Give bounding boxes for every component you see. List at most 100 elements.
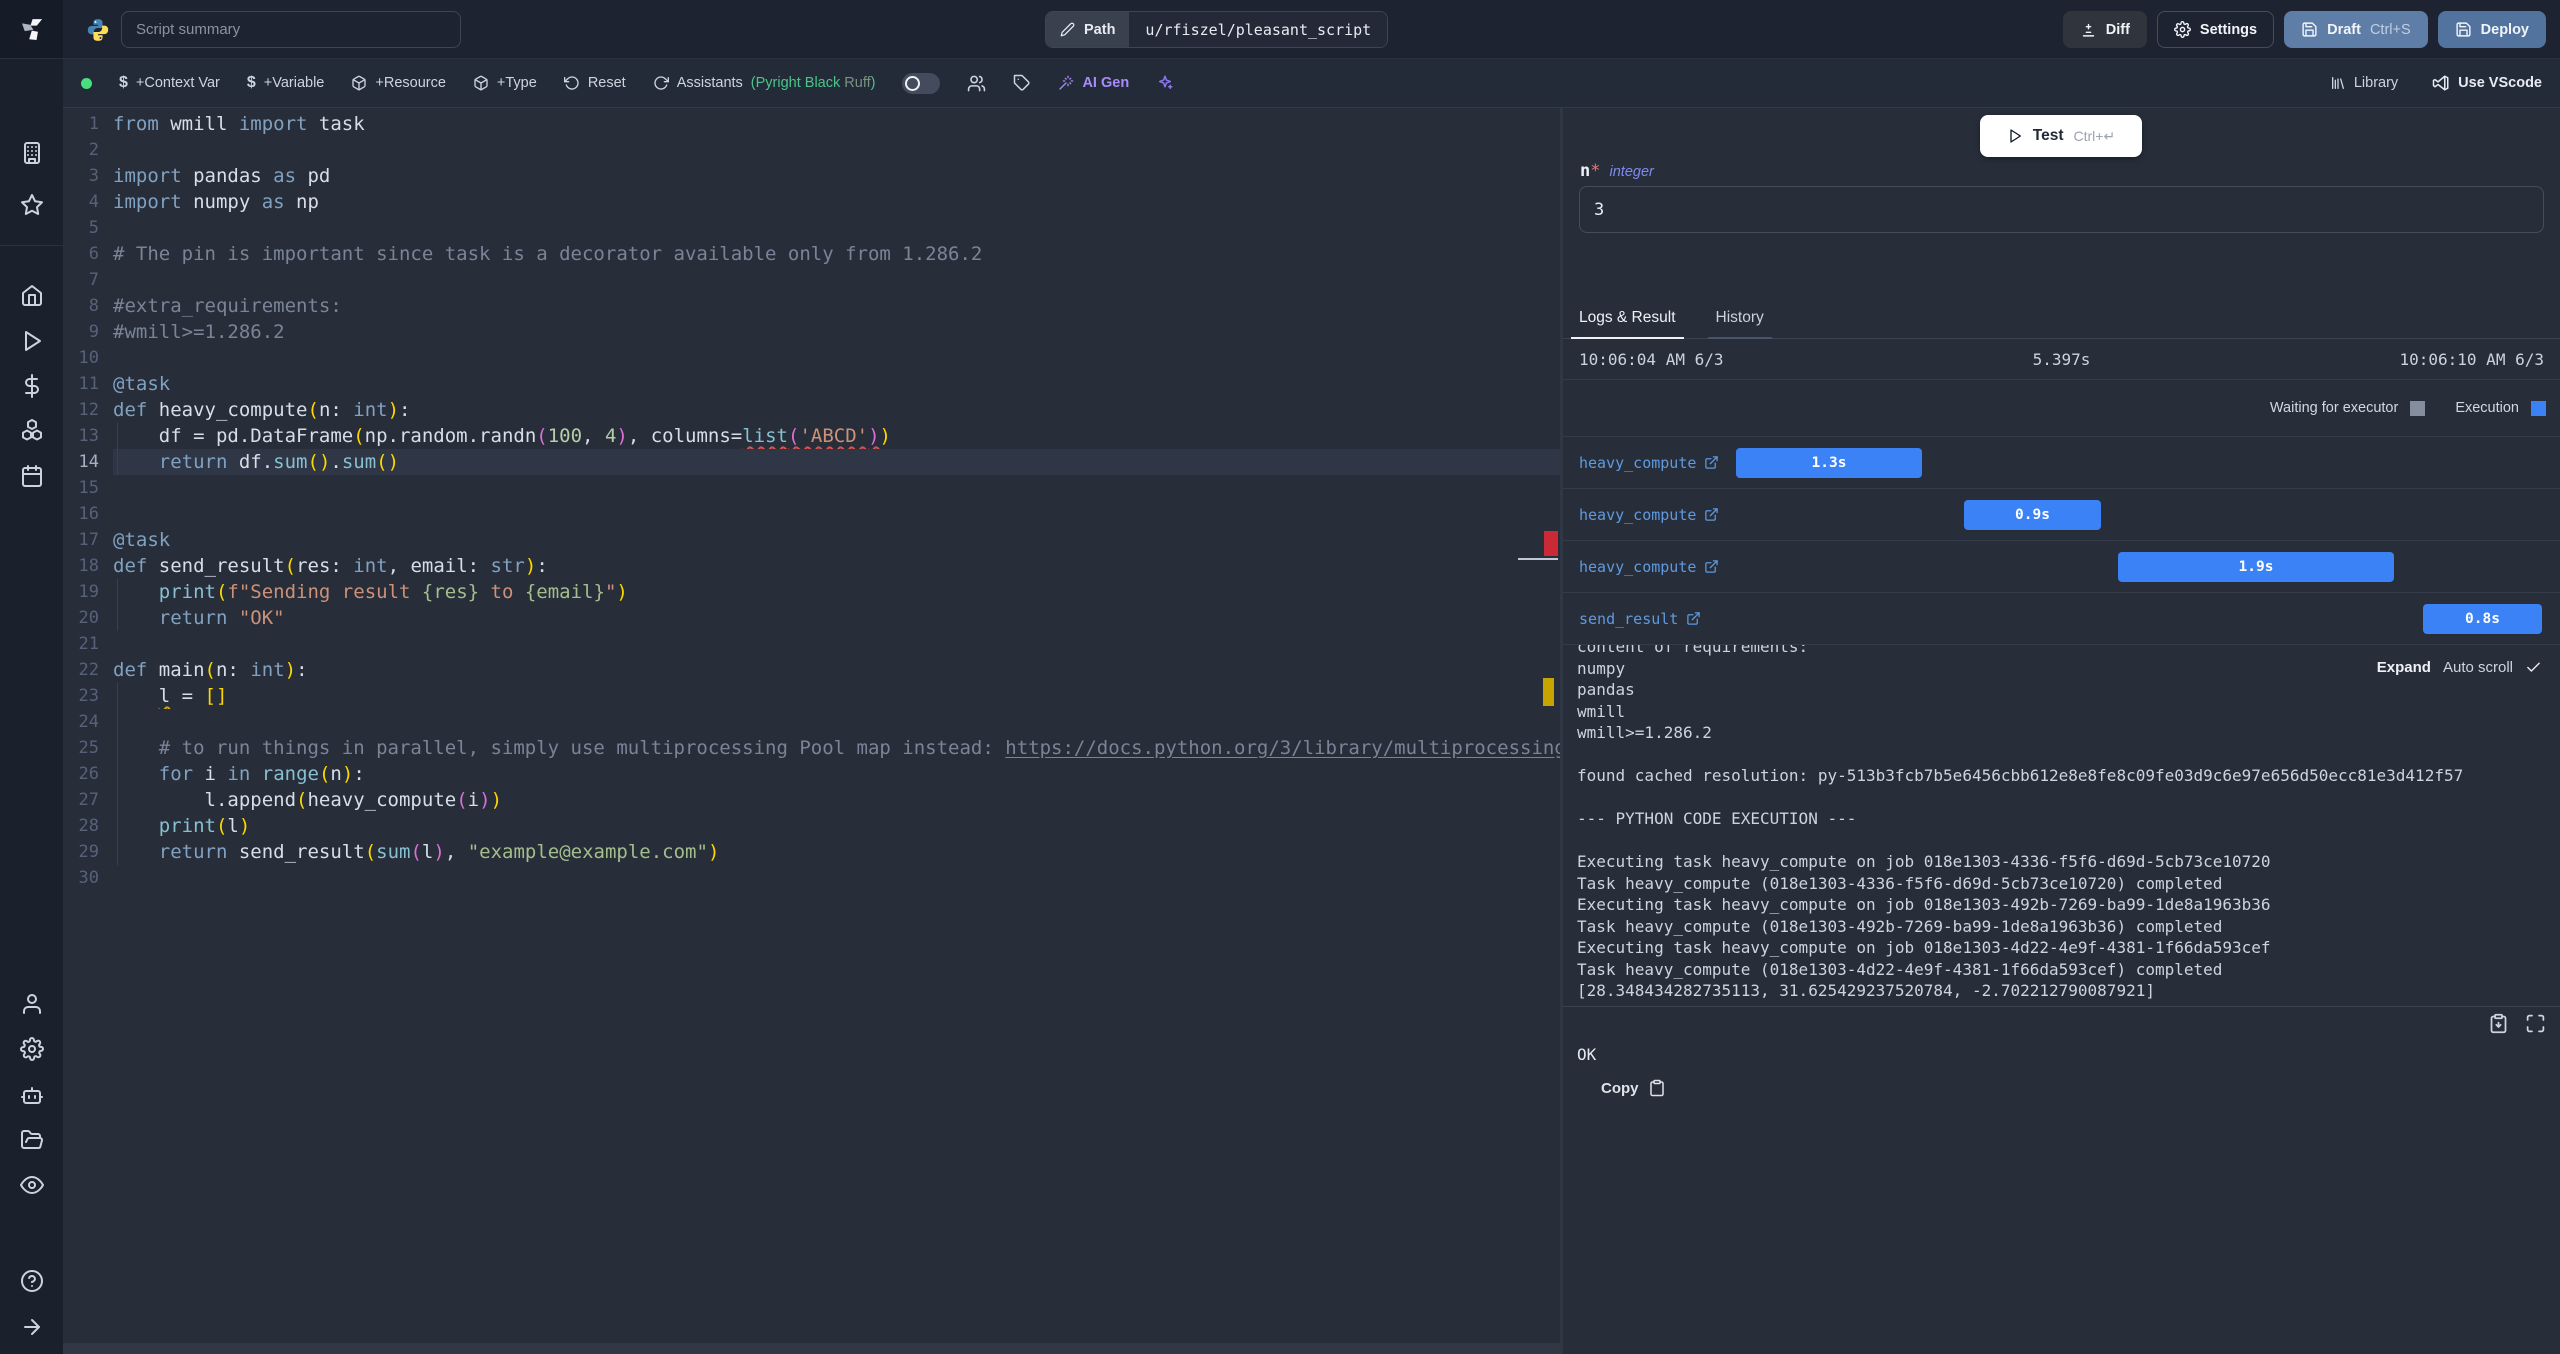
line-number[interactable]: 6 [63,241,99,267]
execution-bar[interactable]: 0.8s [2423,604,2542,634]
code-line[interactable] [113,709,1560,735]
diff-mode-toggle[interactable] [902,72,941,94]
add-type-button[interactable]: +Type [473,75,537,91]
sidebar-item-help[interactable] [20,1269,44,1293]
code-line[interactable] [113,865,1560,891]
test-button[interactable]: Test Ctrl+↵ [1980,115,2142,157]
line-number[interactable]: 16 [63,501,99,527]
code-line[interactable]: l = [] [113,683,1560,709]
tab-history[interactable]: History [1707,309,1772,339]
code-line[interactable]: return df.sum().sum() [113,449,1560,475]
settings-button[interactable]: Settings [2156,11,2275,48]
line-number[interactable]: 8 [63,293,99,319]
sidebar-item-resources[interactable] [20,418,44,442]
line-number[interactable]: 13 [63,423,99,449]
horizontal-scrollbar[interactable] [63,1343,1560,1354]
sidebar-item-runs[interactable] [20,329,44,353]
line-number[interactable]: 25 [63,735,99,761]
add-context-var-button[interactable]: $ +Context Var [119,74,220,92]
code-line[interactable]: print(f"Sending result {res} to {email}"… [113,579,1560,605]
line-number[interactable]: 12 [63,397,99,423]
logs-box[interactable]: content of requirements: numpy pandas wm… [1563,645,2560,1007]
line-number[interactable]: 21 [63,631,99,657]
line-number[interactable]: 11 [63,371,99,397]
code-line[interactable]: from wmill import task [113,111,1560,137]
sidebar-item-workspace[interactable] [20,141,44,165]
code-line[interactable]: def heavy_compute(n: int): [113,397,1560,423]
sidebar-item-settings[interactable] [19,1037,44,1061]
code-line[interactable] [113,267,1560,293]
argument-n-input[interactable] [1579,186,2544,233]
code-line[interactable] [113,631,1560,657]
line-number[interactable]: 30 [63,865,99,891]
assistants-button[interactable]: Assistants (Pyright Black Ruff) [653,75,875,91]
sidebar-item-folders[interactable] [20,1128,44,1152]
sidebar-item-home[interactable] [20,283,44,307]
execution-bar[interactable]: 1.9s [2118,552,2394,582]
line-number[interactable]: 24 [63,709,99,735]
line-number[interactable]: 3 [63,163,99,189]
line-number[interactable]: 19 [63,579,99,605]
code-line[interactable] [113,137,1560,163]
line-number[interactable]: 22 [63,657,99,683]
code-line[interactable]: return send_result(sum(l), "example@exam… [113,839,1560,865]
code-line[interactable]: print(l) [113,813,1560,839]
code-line[interactable]: import pandas as pd [113,163,1560,189]
sidebar-item-audit[interactable] [19,1173,44,1197]
code-line[interactable]: l.append(heavy_compute(i)) [113,787,1560,813]
line-number[interactable]: 10 [63,345,99,371]
line-number[interactable]: 5 [63,215,99,241]
execution-bar[interactable]: 1.3s [1736,448,1922,478]
code-line[interactable] [113,345,1560,371]
code-line[interactable]: def send_result(res: int, email: str): [113,553,1560,579]
reset-button[interactable]: Reset [563,75,626,91]
code-line[interactable]: def main(n: int): [113,657,1560,683]
code-line[interactable]: @task [113,527,1560,553]
sidebar-item-variables[interactable] [20,374,44,398]
code-line[interactable]: import numpy as np [113,189,1560,215]
line-number[interactable]: 27 [63,787,99,813]
diff-button[interactable]: Diff [2062,11,2147,48]
sidebar-item-users[interactable] [20,992,44,1016]
use-vscode-button[interactable]: Use VScode [2432,74,2542,92]
sidebar-item-workers[interactable] [20,1083,44,1107]
line-number[interactable]: 7 [63,267,99,293]
line-number[interactable]: 4 [63,189,99,215]
tag-button[interactable] [1013,74,1031,92]
code-line[interactable]: # to run things in parallel, simply use … [113,735,1560,761]
line-number[interactable]: 18 [63,553,99,579]
execution-bar[interactable]: 0.9s [1964,500,2101,530]
code-line[interactable]: #wmill>=1.286.2 [113,319,1560,345]
line-number-gutter[interactable]: 1 2 3 4 5 6 7 8 9 10 11 12 13 14 15 16 17 18 19 20 21 22 23 24 2… [63,111,99,891]
line-number[interactable]: 1 [63,111,99,137]
line-number[interactable]: 9 [63,319,99,345]
task-link[interactable]: heavy_compute [1579,558,1719,576]
path-edit-button[interactable]: Path [1046,12,1130,47]
code-line[interactable]: # The pin is important since task is a d… [113,241,1560,267]
code-line[interactable]: df = pd.DataFrame(np.random.randn(100, 4… [113,423,1560,449]
line-number[interactable]: 28 [63,813,99,839]
task-link[interactable]: heavy_compute [1579,506,1719,524]
windmill-logo[interactable] [0,0,63,59]
line-number[interactable]: 29 [63,839,99,865]
library-button[interactable]: Library [2330,75,2398,91]
script-summary-input[interactable] [121,11,461,48]
line-number[interactable]: 2 [63,137,99,163]
copy-result-button[interactable]: Copy [1593,1074,1674,1102]
code-line[interactable]: #extra_requirements: [113,293,1560,319]
task-link[interactable]: send_result [1579,610,1701,628]
autoscroll-label[interactable]: Auto scroll [2443,659,2513,676]
line-number[interactable]: 26 [63,761,99,787]
expand-logs-button[interactable]: Expand [2377,659,2431,676]
code-line[interactable] [113,215,1560,241]
code-lines[interactable]: from wmill import task import pandas as p… [113,111,1560,891]
path-chip[interactable]: Path u/rfiszel/pleasant_script [1045,11,1389,48]
sidebar-item-schedules[interactable] [20,464,44,488]
line-number[interactable]: 17 [63,527,99,553]
sidebar-expand[interactable] [20,1315,44,1339]
sidebar-item-favorites[interactable] [20,193,44,217]
code-line[interactable] [113,475,1560,501]
line-number[interactable]: 20 [63,605,99,631]
task-link[interactable]: heavy_compute [1579,454,1719,472]
line-number[interactable]: 23 [63,683,99,709]
